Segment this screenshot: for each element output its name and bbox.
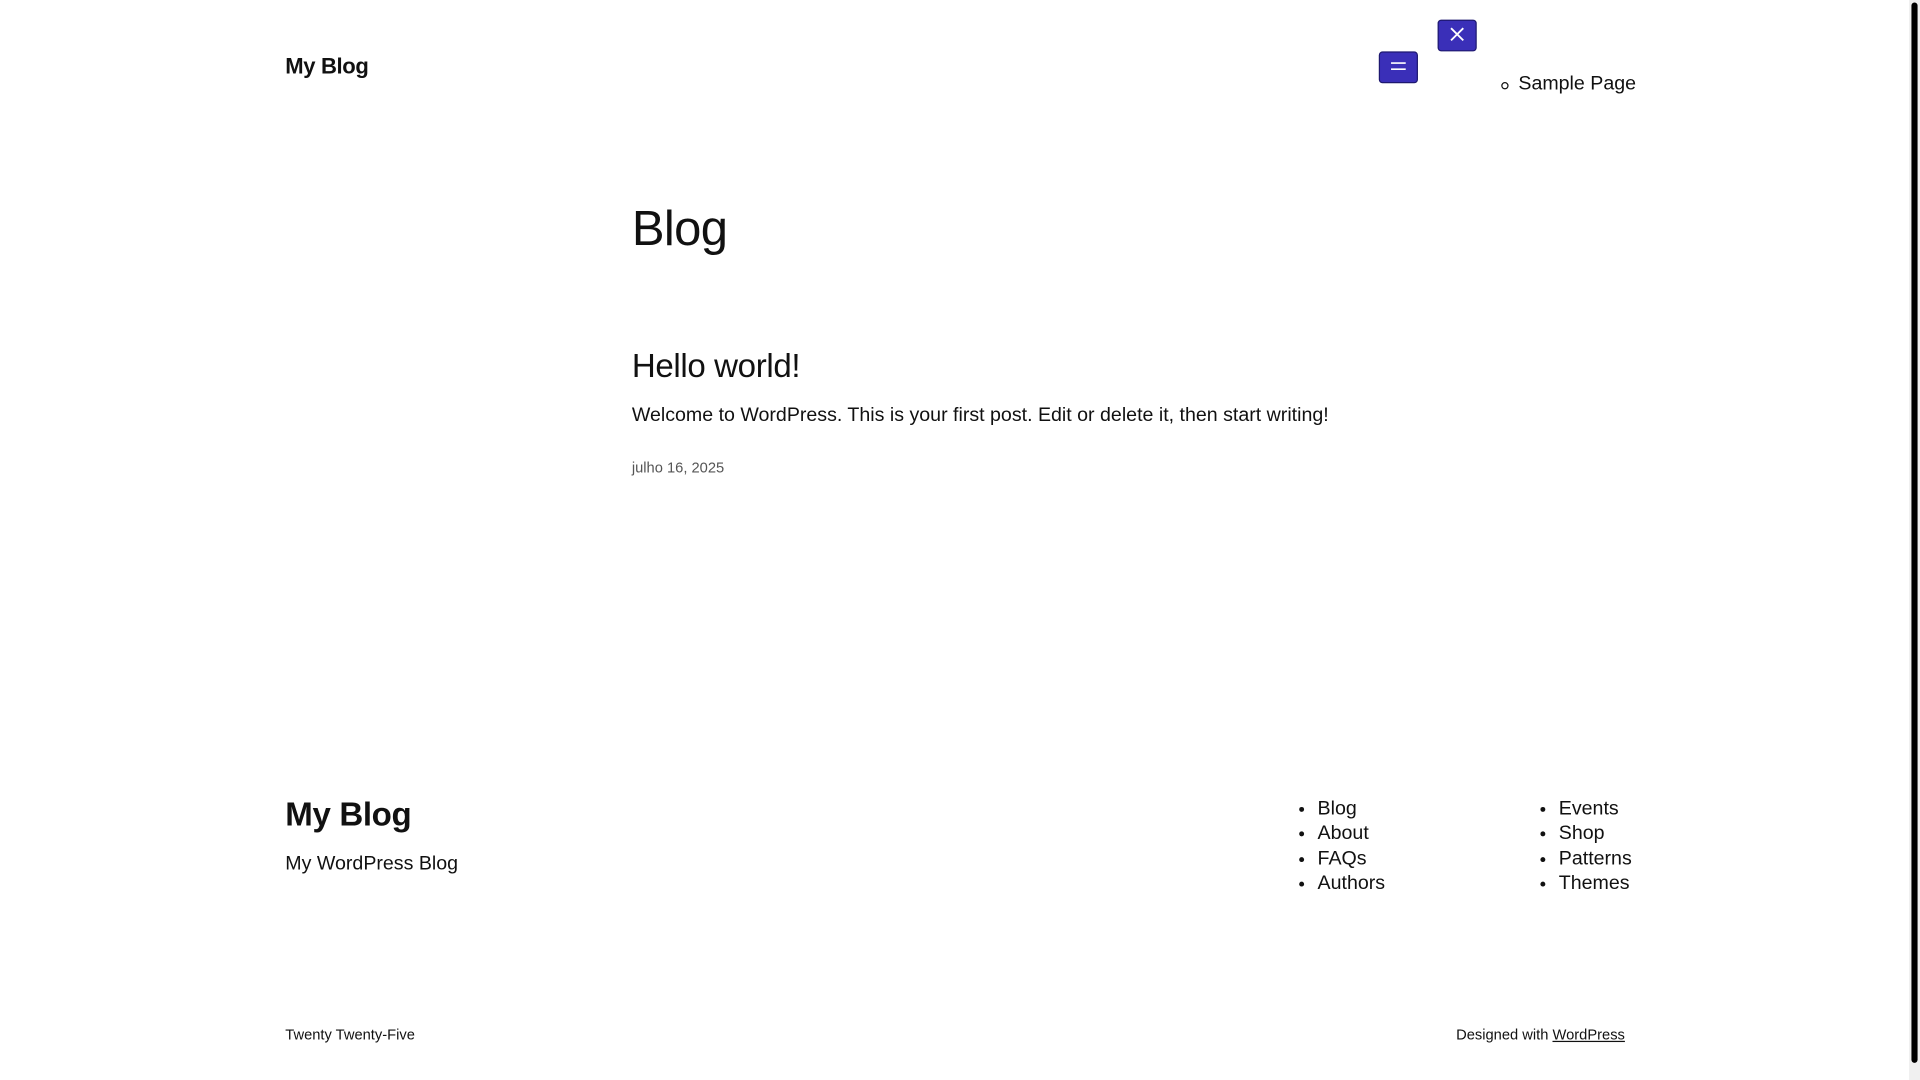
- footer-nav-link[interactable]: Authors: [1318, 873, 1386, 894]
- wordpress-link[interactable]: WordPress: [1552, 1026, 1624, 1043]
- footer-site-title-link[interactable]: My Blog: [285, 796, 411, 834]
- footer-nav-link[interactable]: Events: [1559, 798, 1619, 819]
- footer-nav-item-blog[interactable]: Blog: [1318, 797, 1386, 822]
- footer-navigation-secondary: Events Shop Patterns Themes: [1539, 797, 1632, 897]
- footer-nav-item-patterns[interactable]: Patterns: [1559, 847, 1632, 872]
- page: My Blog Sample Page Blog Hello world! We…: [0, 0, 1920, 1080]
- site-title-link[interactable]: My Blog: [285, 54, 369, 80]
- footer-nav-link[interactable]: Shop: [1559, 823, 1605, 844]
- post-title-link[interactable]: Hello world!: [632, 348, 801, 386]
- page-title: Blog: [631, 202, 728, 256]
- nav-link-sample-page[interactable]: Sample Page: [1518, 73, 1636, 94]
- footer-nav-item-faqs[interactable]: FAQs: [1318, 847, 1386, 872]
- footer-nav-link[interactable]: Patterns: [1559, 848, 1632, 869]
- footer-nav-link[interactable]: Themes: [1559, 873, 1630, 894]
- designed-with-text: Designed with: [1456, 1026, 1549, 1044]
- close-menu-button[interactable]: [1437, 19, 1477, 52]
- designed-with-credit: Designed with WordPress: [1456, 1026, 1625, 1043]
- nav-item-sample-page[interactable]: Sample Page: [1501, 73, 1636, 95]
- footer-nav-item-events[interactable]: Events: [1559, 797, 1632, 822]
- footer-nav-item-authors[interactable]: Authors: [1318, 872, 1386, 897]
- footer-nav-link[interactable]: About: [1318, 823, 1369, 844]
- footer-navigation-primary: Blog About FAQs Authors: [1298, 797, 1386, 897]
- close-icon: [1447, 24, 1467, 47]
- theme-credit: Twenty Twenty-Five: [285, 1026, 415, 1044]
- post-excerpt: Welcome to WordPress. This is your first…: [631, 405, 1329, 427]
- footer-tagline: My WordPress Blog: [285, 853, 459, 875]
- footer-nav-item-about[interactable]: About: [1318, 822, 1386, 847]
- footer-nav-link[interactable]: FAQs: [1318, 848, 1367, 869]
- scrollbar-thumb[interactable]: [1911, 2, 1918, 1063]
- open-menu-button[interactable]: [1378, 51, 1418, 84]
- header-navigation: Sample Page: [1501, 73, 1636, 95]
- footer-nav-link[interactable]: Blog: [1318, 798, 1357, 819]
- post-date-link[interactable]: julho 16, 2025: [632, 459, 724, 476]
- footer-nav-item-themes[interactable]: Themes: [1559, 872, 1632, 897]
- hamburger-icon: [1389, 58, 1409, 76]
- footer-nav-item-shop[interactable]: Shop: [1559, 822, 1632, 847]
